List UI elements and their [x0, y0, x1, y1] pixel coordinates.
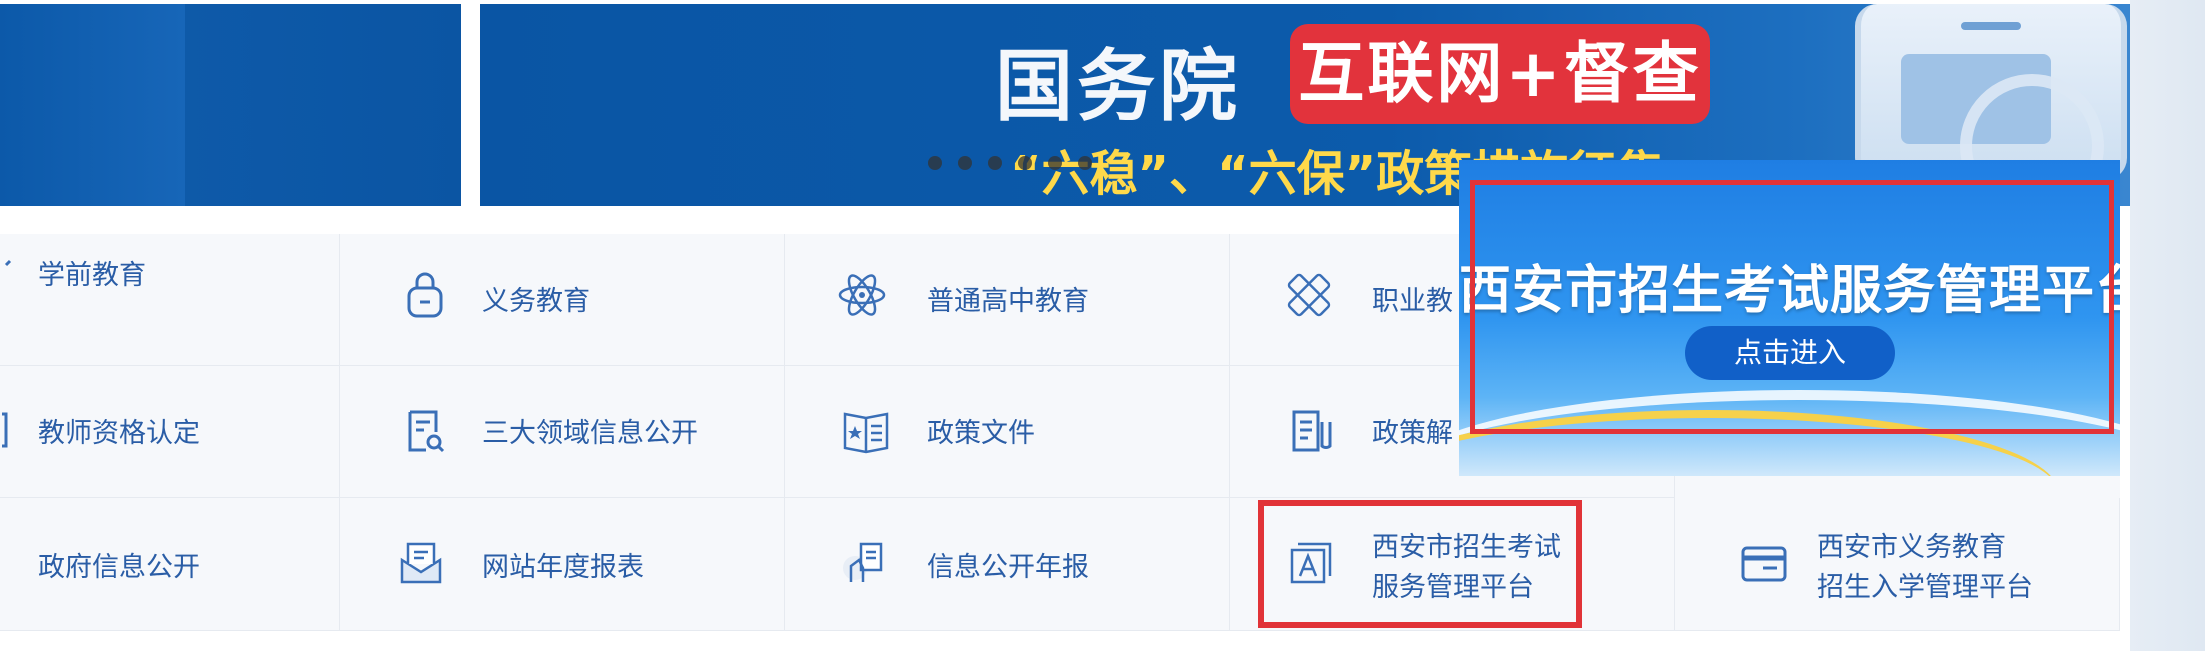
banner-left-shade — [0, 4, 185, 206]
enrollment-card-icon — [1741, 546, 1787, 582]
book-star-icon — [843, 412, 889, 454]
grid-item-label: 三大领域信息公开 — [482, 418, 698, 449]
tools-icon — [1287, 273, 1331, 317]
grid-item-three-areas[interactable]: 三大领域信息公开 — [340, 366, 785, 498]
grid-item-preschool[interactable]: 学前教育 — [0, 234, 340, 366]
grid-item-label: 教师资格认定 — [38, 418, 200, 449]
popup-highlight-frame — [1470, 180, 2114, 434]
highlight-box-exam-platform — [1258, 500, 1582, 628]
grid-item-label: 普通高中教育 — [927, 286, 1089, 317]
carousel-dot[interactable] — [958, 156, 972, 170]
grid-item-xian-enrollment-platform[interactable]: 西安市义务教育 招生入学管理平台 — [1675, 498, 2120, 631]
grid-item-policy-docs[interactable]: 政策文件 — [785, 366, 1230, 498]
carousel-dot[interactable] — [1018, 156, 1032, 170]
backpack-icon — [407, 272, 443, 318]
phone-speaker — [1961, 22, 2021, 30]
grid-item-label: 学前教育 — [38, 260, 146, 291]
grid-item-gov-info[interactable]: 政府信息公开 — [0, 498, 340, 631]
grid-item-label-line1: 西安市义务教育 — [1817, 532, 2006, 563]
grid-item-label: 政府信息公开 — [38, 552, 200, 583]
banner-badge: 互联网+督查 — [1290, 24, 1710, 124]
grid-item-label: 政策解 — [1372, 418, 1453, 449]
carousel-dot[interactable] — [1078, 156, 1092, 170]
grid-item-annual-report[interactable]: 网站年度报表 — [340, 498, 785, 631]
grid-item-info-yearly[interactable]: 信息公开年报 — [785, 498, 1230, 631]
hand-doc-icon — [843, 542, 883, 582]
certificate-icon — [2, 412, 8, 448]
grid-item-label: 义务教育 — [482, 286, 590, 317]
carousel-dots[interactable] — [928, 156, 1092, 170]
grid-item-compulsory[interactable]: 义务教育 — [340, 234, 785, 366]
popup-ad-exam-platform[interactable]: 西安市招生考试服务管理平台 点击进入 — [1459, 160, 2120, 476]
atom-icon — [838, 274, 886, 316]
banner-title: 国务院 — [995, 41, 1242, 132]
grid-item-label: 网站年度报表 — [482, 552, 644, 583]
banner-left[interactable] — [0, 4, 461, 206]
grid-item-highschool[interactable]: 普通高中教育 — [785, 234, 1230, 366]
carousel-dot[interactable] — [928, 156, 942, 170]
grid-item-label: 信息公开年报 — [927, 552, 1089, 583]
document-search-icon — [408, 410, 445, 453]
grid-item-label: 职业教 — [1372, 286, 1453, 317]
preschool-icon — [4, 259, 12, 267]
policy-doc-icon — [1292, 410, 1332, 452]
carousel-dot[interactable] — [988, 156, 1002, 170]
grid-item-label: 政策文件 — [927, 418, 1035, 449]
carousel-dot[interactable] — [1048, 156, 1062, 170]
envelope-report-icon — [400, 542, 442, 584]
grid-item-label-line2: 招生入学管理平台 — [1817, 572, 2033, 603]
right-side-strip — [2130, 0, 2205, 651]
grid-item-teacher-cert[interactable]: 教师资格认定 — [0, 366, 340, 498]
